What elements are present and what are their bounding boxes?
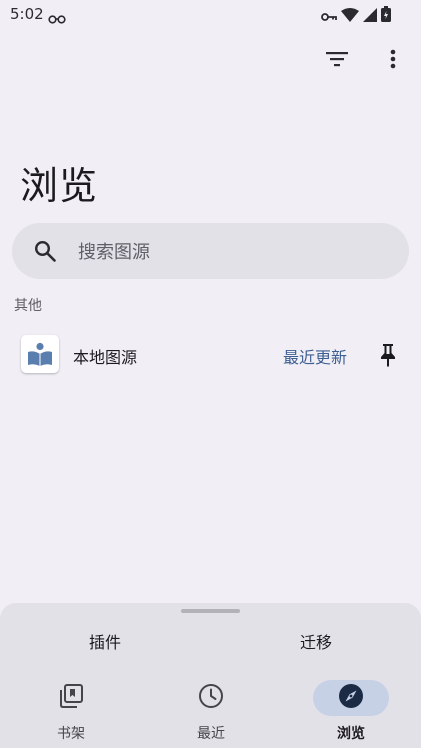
compass-icon <box>338 683 364 713</box>
nav-label: 最近 <box>197 726 225 742</box>
search-bar[interactable]: 搜索图源 <box>12 223 409 279</box>
glasses-icon <box>48 9 66 28</box>
page-title: 浏览 <box>20 164 99 208</box>
nav-item-recent[interactable]: 最近 <box>161 679 261 742</box>
search-input[interactable]: 搜索图源 <box>78 238 150 264</box>
sheet-tabs: 插件 迁移 <box>0 629 421 653</box>
nav-icon-container <box>173 680 249 716</box>
filter-icon <box>326 51 348 71</box>
signal-icon <box>363 7 377 26</box>
nav-label: 书架 <box>57 726 85 742</box>
filter-button[interactable] <box>322 46 352 76</box>
drag-handle[interactable] <box>181 609 240 613</box>
wifi-icon <box>341 7 359 26</box>
vpn-key-icon <box>321 7 337 26</box>
search-icon <box>32 238 58 264</box>
nav-active-indicator <box>313 680 389 716</box>
pin-icon[interactable] <box>377 342 399 368</box>
more-options-button[interactable] <box>380 46 406 76</box>
source-name: 本地图源 <box>73 348 138 367</box>
library-icon <box>59 684 83 712</box>
nav-item-library[interactable]: 书架 <box>21 679 121 742</box>
bottom-sheet: 插件 迁移 书架 最近 浏览 <box>0 603 421 748</box>
nav-item-browse[interactable]: 浏览 <box>301 679 401 742</box>
battery-icon <box>381 6 391 26</box>
list-item[interactable]: 本地图源 最近更新 <box>0 330 421 380</box>
nav-icon-container <box>33 680 109 716</box>
section-label: 其他 <box>14 298 42 314</box>
more-vert-icon <box>390 49 396 73</box>
status-time: 5:02 <box>10 5 44 23</box>
local-source-book-icon <box>21 335 59 373</box>
tab-migrate[interactable]: 迁移 <box>300 629 332 653</box>
status-bar: 5:02 <box>0 0 421 28</box>
tab-plugins[interactable]: 插件 <box>89 629 121 653</box>
latest-updates-button[interactable]: 最近更新 <box>283 344 347 368</box>
nav-label: 浏览 <box>337 726 365 742</box>
clock-icon <box>198 683 224 713</box>
